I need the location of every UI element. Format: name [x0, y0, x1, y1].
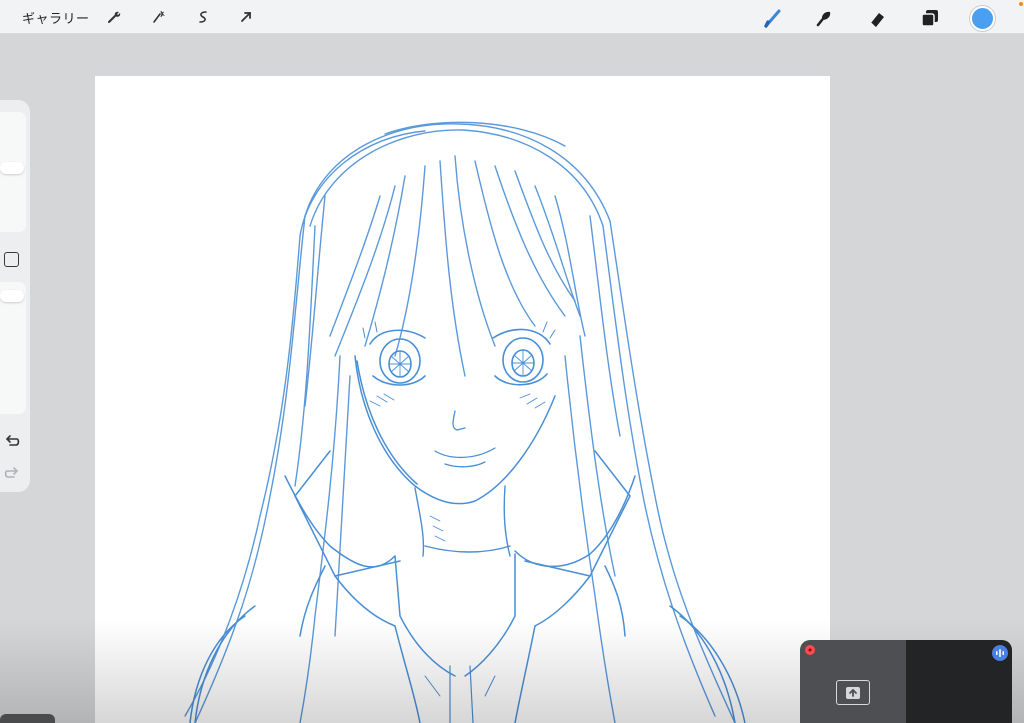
- toolbar: ギャラリー: [0, 0, 1024, 34]
- gallery-button[interactable]: ギャラリー: [22, 8, 90, 27]
- brush-size-handle[interactable]: [0, 162, 24, 174]
- video-call-widget[interactable]: [800, 640, 1012, 723]
- brush-icon[interactable]: [760, 5, 786, 31]
- drawing-canvas[interactable]: [95, 76, 830, 723]
- redo-icon[interactable]: [3, 464, 21, 482]
- close-icon[interactable]: [805, 645, 815, 655]
- layers-icon[interactable]: [917, 5, 943, 31]
- color-picker-button[interactable]: [970, 6, 995, 31]
- magic-wand-icon[interactable]: [148, 7, 168, 27]
- modify-button[interactable]: [4, 252, 19, 267]
- transform-arrow-icon[interactable]: [236, 7, 256, 27]
- corner-tab: [0, 714, 55, 723]
- wrench-icon[interactable]: [104, 7, 124, 27]
- microphone-icon[interactable]: [992, 645, 1008, 661]
- recording-indicator: [1019, 2, 1023, 6]
- screen-share-panel: [800, 640, 906, 723]
- selection-icon[interactable]: [193, 7, 213, 27]
- upload-icon[interactable]: [836, 680, 870, 705]
- sketch-artwork: [184, 121, 746, 723]
- eraser-icon[interactable]: [864, 5, 890, 31]
- smudge-icon[interactable]: [811, 5, 837, 31]
- brush-opacity-handle[interactable]: [0, 290, 24, 302]
- sidebar: [0, 100, 30, 492]
- undo-icon[interactable]: [3, 432, 21, 450]
